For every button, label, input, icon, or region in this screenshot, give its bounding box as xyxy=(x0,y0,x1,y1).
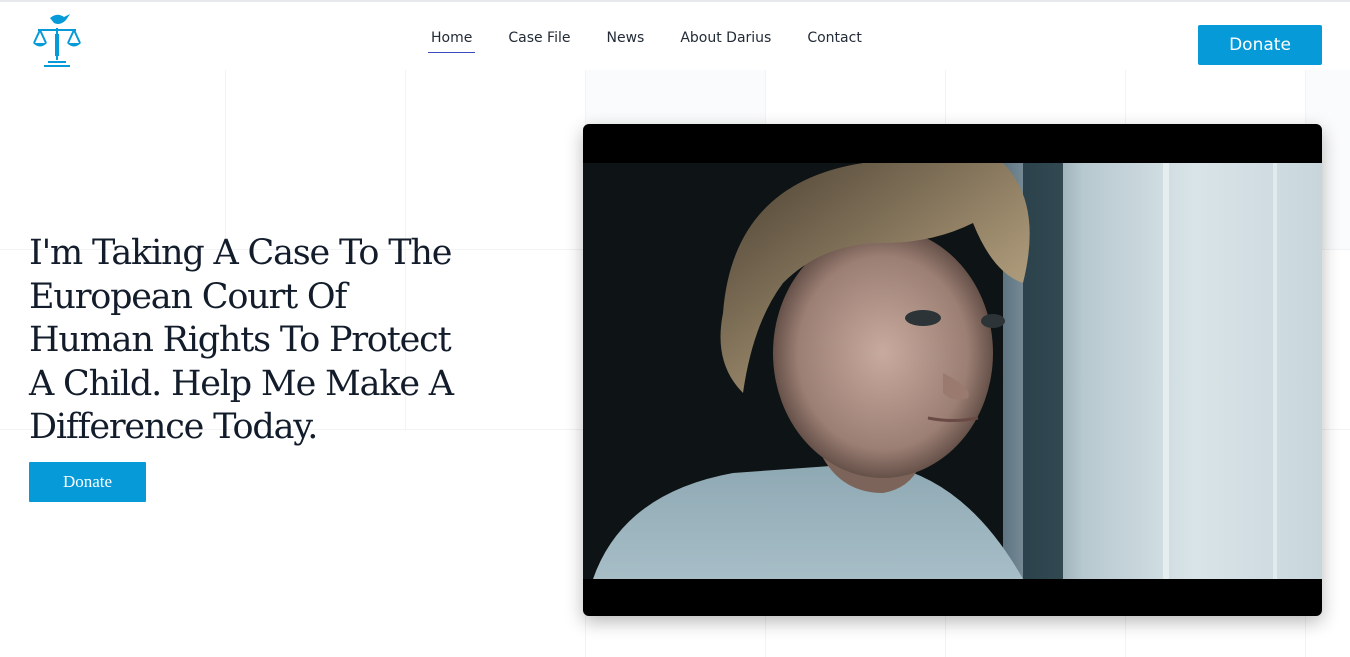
nav-item-home[interactable]: Home xyxy=(428,28,476,53)
header-donate-button[interactable]: Donate xyxy=(1198,25,1322,65)
site-header: Home Case File News About Darius Contact… xyxy=(0,2,1350,70)
main-nav: Home Case File News About Darius Contact xyxy=(428,28,895,53)
nav-item-news[interactable]: News xyxy=(603,28,647,53)
scales-of-justice-logo-icon[interactable] xyxy=(30,10,86,70)
nav-item-case-file[interactable]: Case File xyxy=(505,28,573,53)
hero-donate-button[interactable]: Donate xyxy=(29,462,146,502)
hero-title: I'm Taking A Case To The European Court … xyxy=(29,233,454,447)
nav-item-contact[interactable]: Contact xyxy=(804,28,864,53)
logo-svg xyxy=(33,14,81,67)
child-at-window-image xyxy=(583,163,1322,579)
hero-video[interactable] xyxy=(583,124,1322,616)
nav-item-about-darius[interactable]: About Darius xyxy=(677,28,774,53)
